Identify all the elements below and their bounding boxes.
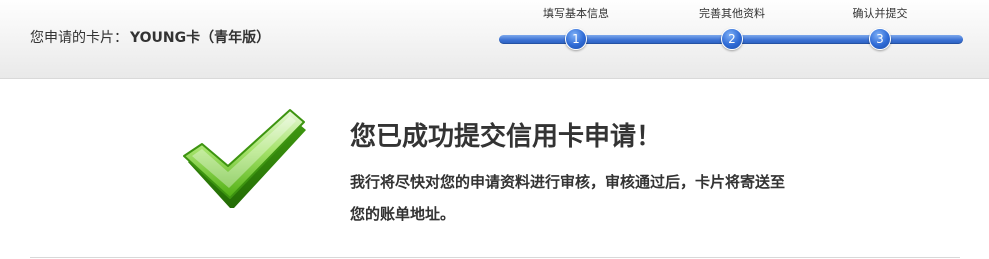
application-result-page: 您申请的卡片： YOUNG卡（青年版） 填写基本信息 完善其他资料 确认并提交 1… [0, 0, 989, 259]
step-1-indicator: 1 [565, 28, 587, 50]
progress-steps: 填写基本信息 完善其他资料 确认并提交 1 2 3 [499, 0, 963, 79]
success-message: 我行将尽快对您的申请资料进行审核，审核通过后，卡片将寄送至您的账单地址。 [350, 173, 786, 223]
card-title: 您申请的卡片： YOUNG卡（青年版） [30, 28, 270, 48]
step-3-indicator: 3 [869, 28, 891, 50]
card-name: YOUNG卡（青年版） [130, 30, 271, 46]
step-2-indicator: 2 [721, 28, 743, 50]
step-2-label: 完善其他资料 [699, 7, 765, 20]
divider [30, 257, 960, 258]
card-title-prefix: 您申请的卡片： [30, 30, 128, 46]
success-title: 您已成功提交信用卡申请！ [350, 122, 663, 152]
checkmark-icon [183, 109, 306, 208]
step-1-label: 填写基本信息 [543, 7, 609, 20]
application-header: 您申请的卡片： YOUNG卡（青年版） 填写基本信息 完善其他资料 确认并提交 1… [0, 0, 989, 79]
step-3-label: 确认并提交 [852, 7, 908, 20]
